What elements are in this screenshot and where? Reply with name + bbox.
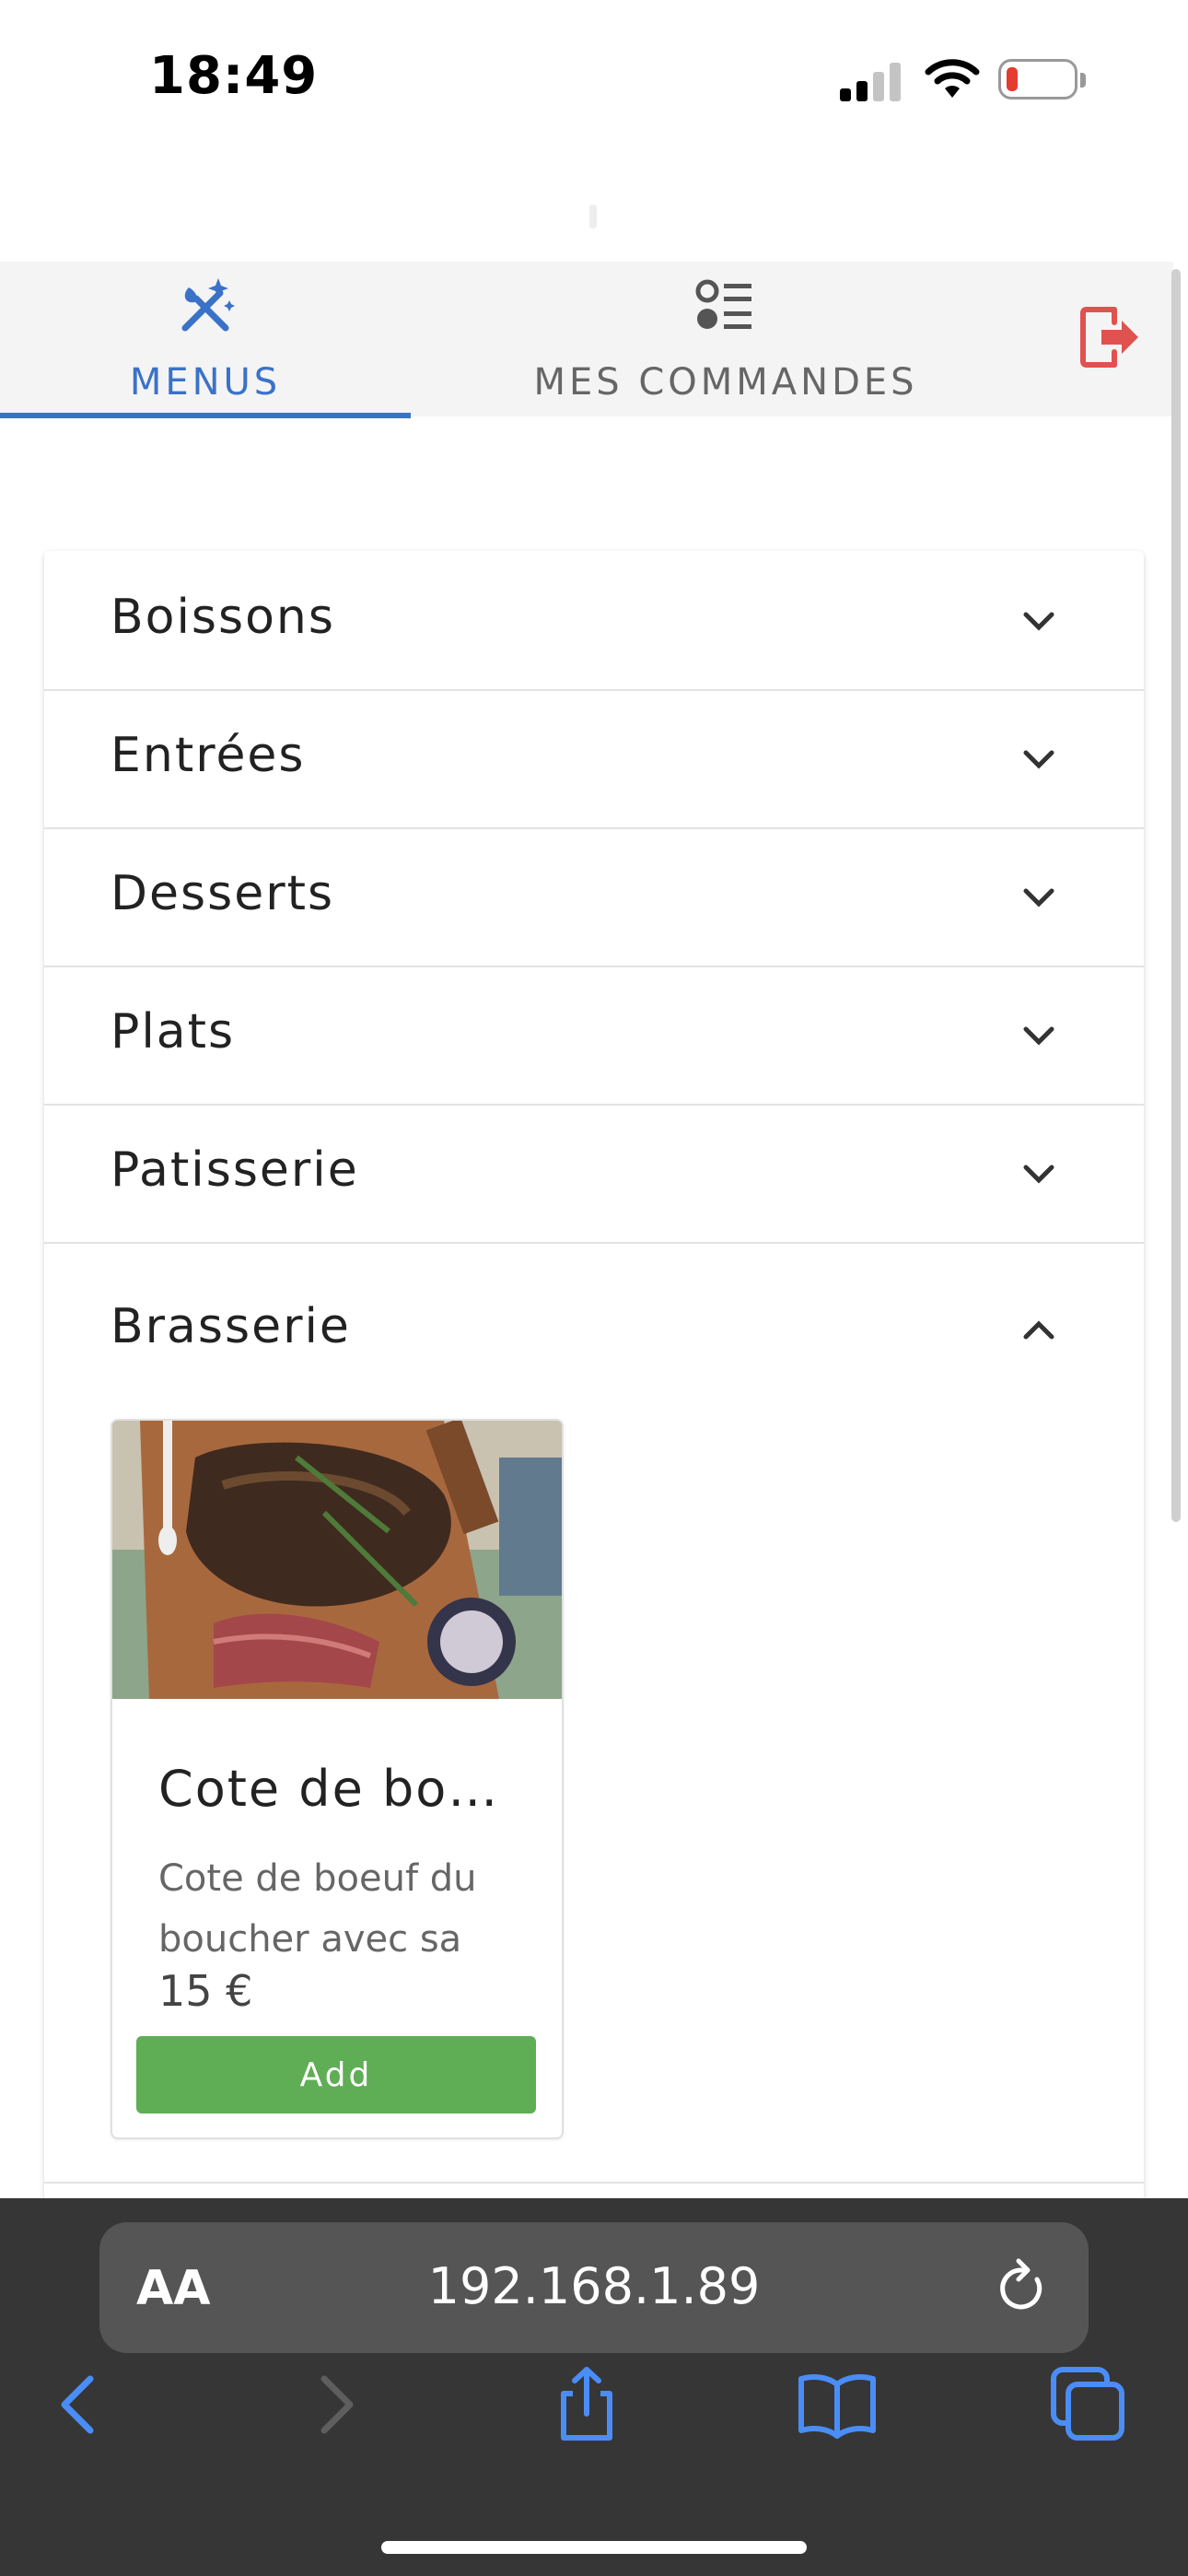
active-tab-indicator — [0, 413, 411, 418]
wifi-icon — [925, 59, 980, 98]
tab-bar: MENUS MES COMMANDES — [0, 262, 1173, 418]
product-description: Cote de boeuf du boucher avec sa — [158, 1857, 477, 1961]
forward-icon[interactable] — [295, 2362, 378, 2445]
bookmarks-icon[interactable] — [796, 2362, 879, 2445]
share-icon[interactable] — [545, 2362, 628, 2445]
accordion-section-brasserie[interactable]: Brasserie — [44, 1242, 1144, 1399]
tab-menus-label: MENUS — [129, 361, 282, 404]
accordion-section-title: Boissons — [111, 590, 335, 645]
chevron-down-icon — [1023, 888, 1054, 907]
accordion-section-title: Entrées — [111, 728, 306, 783]
add-to-cart-button[interactable]: Add — [136, 2036, 536, 2113]
accordion-section-boissons[interactable]: Boissons — [44, 551, 1144, 691]
accordion-section-title: Brasserie — [111, 1299, 351, 1354]
home-indicator[interactable] — [381, 2541, 807, 2554]
url-text[interactable]: 192.168.1.89 — [99, 2257, 1089, 2315]
battery-icon — [998, 59, 1086, 100]
accordion-section-patisserie[interactable]: Patisserie — [44, 1104, 1144, 1244]
accordion-section-entrees[interactable]: Entrées — [44, 689, 1144, 829]
product-image — [112, 1421, 562, 1699]
tab-mes-commandes-label: MES COMMANDES — [533, 361, 918, 404]
accordion-section-title: Desserts — [111, 866, 335, 921]
product-card[interactable]: Cote de boeuf Cote de boeuf du boucher a… — [111, 1419, 564, 2139]
chevron-down-icon — [1023, 1165, 1054, 1184]
back-icon[interactable] — [37, 2362, 120, 2445]
accordion-section-plats[interactable]: Plats — [44, 966, 1144, 1106]
accordion-section-desserts[interactable]: Desserts — [44, 827, 1144, 967]
cellular-signal-icon — [840, 61, 904, 101]
accordion-section-title: Patisserie — [111, 1142, 359, 1198]
tab-mes-commandes[interactable]: MES COMMANDES — [411, 262, 1041, 416]
divider — [589, 205, 597, 228]
accordion-section-title: Plats — [111, 1004, 236, 1060]
reload-icon[interactable] — [995, 2257, 1050, 2318]
scrollbar[interactable] — [1171, 269, 1181, 1522]
address-bar[interactable]: AA 192.168.1.89 — [99, 2222, 1089, 2353]
tab-menus[interactable]: MENUS — [0, 262, 411, 418]
status-bar: 18:49 — [0, 0, 1188, 161]
logout-icon[interactable] — [1077, 302, 1144, 372]
product-name: Cote de boeuf — [158, 1760, 527, 1818]
chevron-down-icon — [1023, 1026, 1054, 1046]
divider — [44, 2182, 1144, 2184]
browser-toolbar: AA 192.168.1.89 — [0, 2198, 1188, 2576]
status-time: 18:49 — [149, 46, 319, 106]
chevron-up-icon — [1023, 1320, 1054, 1340]
chevron-down-icon — [1023, 612, 1054, 631]
fork-knife-sparkle-icon — [181, 278, 235, 332]
chevron-down-icon — [1023, 750, 1054, 769]
list-icon — [695, 279, 751, 329]
tabs-icon[interactable] — [1046, 2362, 1129, 2445]
product-price: 15 € — [158, 1966, 253, 2016]
